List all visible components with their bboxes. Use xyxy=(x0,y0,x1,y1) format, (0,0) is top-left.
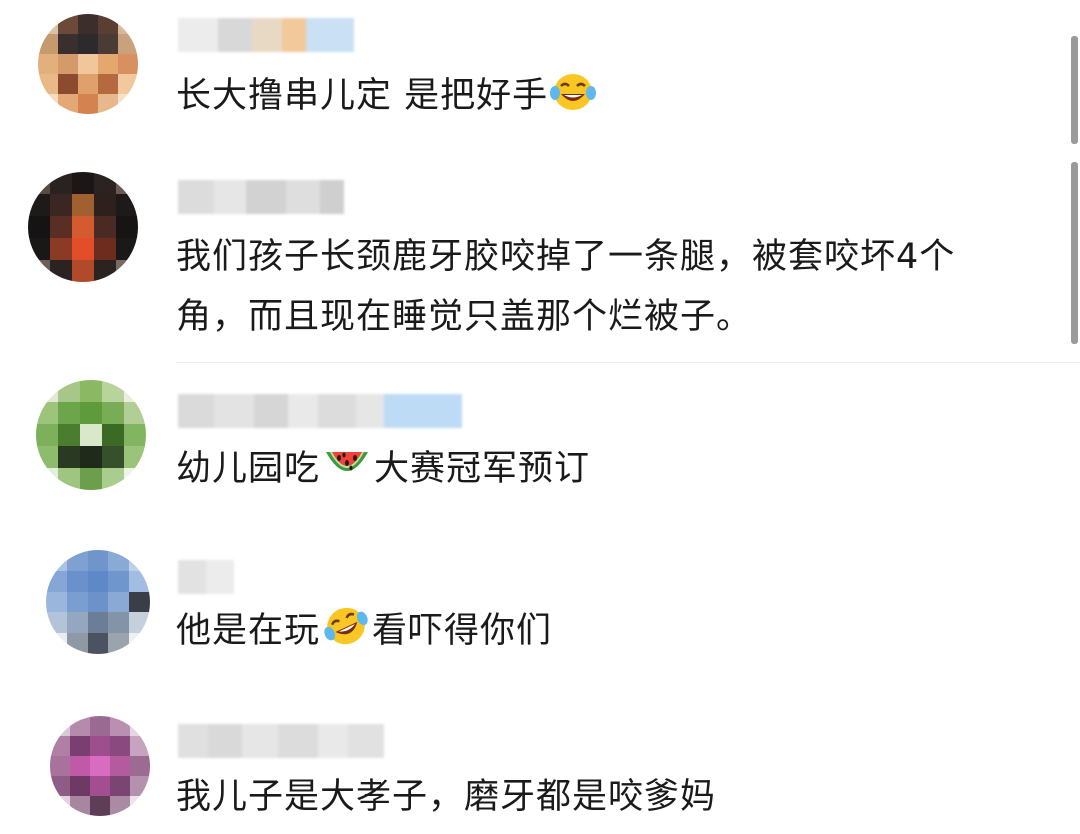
avatar[interactable] xyxy=(50,716,150,816)
comment-text-line-1: 我们孩子长颈鹿牙胶咬掉了一条腿，被套咬坏4个 xyxy=(176,237,956,277)
comment-item: 我们孩子长颈鹿牙胶咬掉了一条腿，被套咬坏4个 角，而且现在睡觉只盖那个烂被子。 xyxy=(0,150,1080,362)
comment-item: 他是在玩 看吓得你们 xyxy=(0,530,1080,690)
scrollbar[interactable] xyxy=(1071,162,1078,344)
rolling-laughing-emoji-icon xyxy=(324,607,368,645)
comment-text-line-2: 角，而且现在睡觉只盖那个烂被子。 xyxy=(176,297,753,337)
comment-text: 我儿子是大孝子，磨牙都是咬爹妈 xyxy=(176,777,717,817)
comment-text: 幼儿园吃 大赛冠军预订 xyxy=(176,438,590,500)
comment-text: 他是在玩 看吓得你们 xyxy=(176,600,552,662)
username-blurred[interactable] xyxy=(178,18,354,52)
username-blurred[interactable] xyxy=(178,394,462,428)
watermelon-emoji-icon xyxy=(326,452,369,471)
avatar[interactable] xyxy=(36,380,146,490)
comment-thread: 长大撸串儿定 是把好手 我们孩子长颈鹿牙胶咬掉了一条腿，被套咬坏4个 角，而且现… xyxy=(0,0,1080,834)
scrollbar[interactable] xyxy=(1071,36,1078,144)
avatar[interactable] xyxy=(38,14,138,114)
comment-item: 长大撸串儿定 是把好手 xyxy=(0,0,1080,150)
comment-item: 幼儿园吃 大赛冠军预订 xyxy=(0,362,1080,530)
avatar[interactable] xyxy=(28,172,138,282)
username-blurred[interactable] xyxy=(178,180,344,214)
comment-text: 长大撸串儿定 是把好手 xyxy=(176,65,598,127)
username-blurred[interactable] xyxy=(178,724,384,758)
laughing-tears-emoji-icon xyxy=(550,74,597,110)
comment-item: 我儿子是大孝子，磨牙都是咬爹妈 xyxy=(0,690,1080,834)
avatar[interactable] xyxy=(46,550,150,654)
username-blurred[interactable] xyxy=(178,560,234,594)
